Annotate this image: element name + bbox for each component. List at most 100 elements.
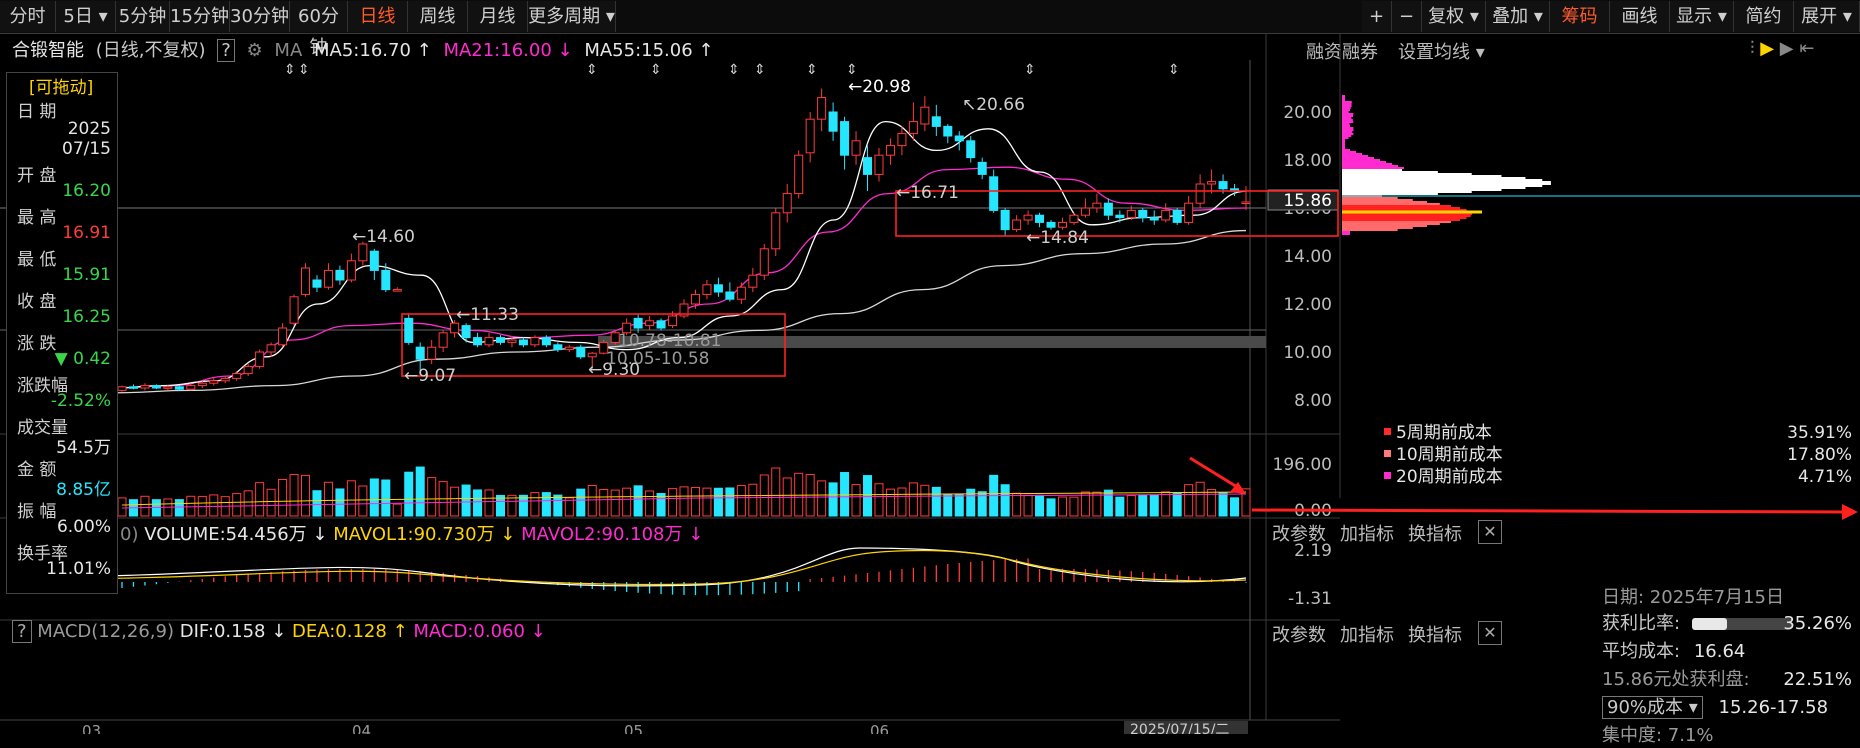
- x-axis-label: 05: [624, 722, 643, 734]
- volume-bar: [485, 490, 493, 516]
- macd-help-icon[interactable]: ?: [12, 620, 32, 643]
- candle-up: [221, 378, 229, 380]
- volume-bar: [611, 490, 619, 516]
- event-marker-icon: ⇕: [1024, 62, 1036, 78]
- macd-switch-indicator-button[interactable]: 换指标: [1408, 621, 1462, 647]
- candle-down: [932, 117, 940, 127]
- quote-detail-panel[interactable]: [可拖动] 日 期 2025 07/15 开 盘 16.20 最 高 16.91…: [6, 72, 118, 594]
- volume-bar: [944, 494, 952, 516]
- volume-bar: [909, 483, 917, 516]
- volume-bar: [1093, 492, 1101, 516]
- candle-down: [967, 141, 975, 158]
- volume-bar: [405, 472, 413, 516]
- macd-edit-params-button[interactable]: 改参数: [1272, 621, 1326, 647]
- candle-down: [1139, 210, 1147, 217]
- peak-label: ←14.60: [352, 227, 415, 247]
- candle-down: [416, 347, 424, 359]
- volume-bar: [588, 486, 596, 516]
- legend-value: 35.91%: [1787, 423, 1852, 443]
- open-label: 开 盘: [17, 161, 56, 186]
- volume-bar: [301, 475, 309, 516]
- candle-up: [1185, 203, 1193, 222]
- volume-bar: [1185, 485, 1193, 516]
- volume-close-icon[interactable]: ✕: [1478, 520, 1502, 544]
- event-marker-icon: ⇕: [1168, 62, 1180, 78]
- peak-label: ←20.98: [848, 77, 911, 97]
- volume-bar: [886, 489, 894, 516]
- macd-close-icon[interactable]: ✕: [1478, 621, 1502, 645]
- volume-bar: [646, 491, 654, 516]
- volume-bar: [1047, 499, 1055, 516]
- volume-value: 54.5万: [56, 433, 111, 458]
- change-label: 涨 跌: [17, 329, 56, 354]
- candle-down: [1047, 222, 1055, 227]
- macd-title: MACD(12,26,9): [37, 621, 174, 642]
- event-marker-icon: ⇕: [586, 62, 598, 78]
- drag-handle[interactable]: [可拖动]: [29, 73, 93, 98]
- candle-up: [256, 352, 264, 366]
- candle-down: [336, 270, 344, 280]
- volume-bar: [863, 476, 871, 516]
- volume-bar: [290, 475, 298, 516]
- macd-axis-bottom: -1.31: [1288, 589, 1332, 609]
- macd-add-indicator-button[interactable]: 加指标: [1340, 621, 1394, 647]
- candle-down: [382, 270, 390, 289]
- candle-up: [749, 275, 757, 287]
- volume-bar: [1162, 492, 1170, 516]
- high-label: 最 高: [17, 203, 56, 228]
- avg-cost-label: 平均成本:: [1602, 641, 1680, 662]
- trough-label: ←14.84: [1026, 228, 1089, 248]
- chip-distribution-panel: 日期: 2025年7月15日 获利比率: 35.26% 平均成本: 16.64 …: [1598, 498, 1860, 734]
- volume-bar: [1001, 485, 1009, 516]
- candle-up: [1162, 210, 1170, 220]
- profit-ratio-row: 获利比率: 35.26%: [1602, 612, 1852, 636]
- volume-bar: [634, 486, 642, 516]
- price-axis-label: 8.00: [1294, 391, 1332, 411]
- volume-bar: [370, 479, 378, 516]
- x-axis-date: 2025/07/15/二: [1130, 722, 1229, 734]
- cost-percent-select[interactable]: 90%成本 ▾: [1602, 696, 1703, 719]
- volume-bar: [772, 468, 780, 516]
- volume-bar: [669, 489, 677, 516]
- candle-up: [818, 98, 826, 120]
- legend-label: 10周期前成本: [1396, 445, 1503, 465]
- band-label: 10.78-10.81: [618, 331, 721, 351]
- candle-down: [1116, 215, 1124, 217]
- candle-up: [1058, 222, 1066, 227]
- candle-up: [1208, 182, 1216, 184]
- candle-down: [1001, 210, 1009, 229]
- candle-down: [370, 251, 378, 270]
- volume-bar: [680, 487, 688, 516]
- volume-bar: [531, 493, 539, 516]
- candle-down: [726, 292, 734, 299]
- candle-up: [760, 249, 768, 275]
- candle-up: [737, 287, 745, 299]
- candle-down: [1219, 182, 1227, 189]
- volume-bar: [118, 498, 126, 516]
- trough-label: ←9.07: [404, 366, 456, 386]
- volume-bar: [818, 481, 826, 516]
- candle-up: [921, 107, 929, 124]
- volume-add-indicator-button[interactable]: 加指标: [1340, 520, 1394, 546]
- event-marker-icon: ⇕: [754, 62, 766, 78]
- band-label: 10.05-10.58: [606, 349, 709, 369]
- amplitude-label: 振 幅: [17, 497, 56, 522]
- volume-header: 0) VOLUME:54.456万 ↓ MAVOL1:90.730万 ↓ MAV…: [120, 520, 703, 546]
- candle-up: [279, 328, 287, 345]
- volume-bar: [1058, 497, 1066, 516]
- price-axis-label: 20.00: [1283, 103, 1332, 123]
- chip-date: 日期: 2025年7月15日: [1602, 586, 1852, 610]
- volume-switch-indicator-button[interactable]: 换指标: [1408, 520, 1462, 546]
- volume-bar: [1036, 495, 1044, 516]
- volume-bar: [1231, 498, 1239, 516]
- volume-edit-params-button[interactable]: 改参数: [1272, 520, 1326, 546]
- volume-bar: [554, 495, 562, 516]
- volume-bar: [416, 467, 424, 516]
- volume-bar: [141, 496, 149, 516]
- date-value: 07/15: [62, 139, 111, 159]
- date-year: 2025: [68, 119, 111, 139]
- turnover-value: 11.01%: [46, 559, 111, 579]
- volume-bar: [737, 486, 745, 516]
- volume-bar: [1173, 494, 1181, 516]
- price-axis-label: 12.00: [1283, 295, 1332, 315]
